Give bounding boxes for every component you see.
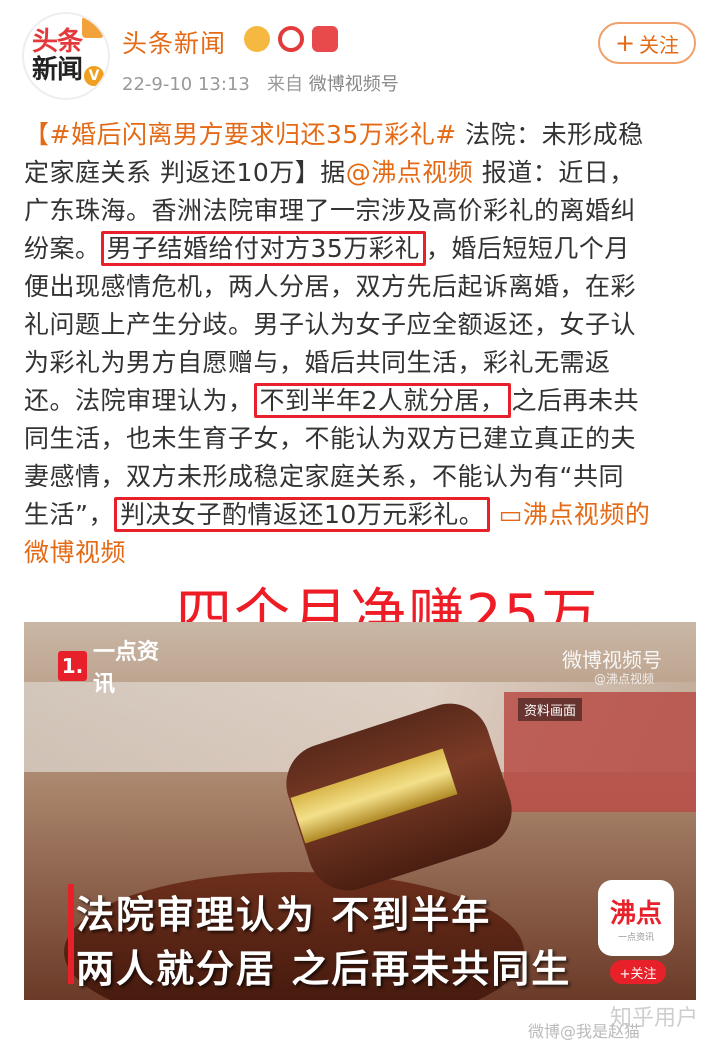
post-text: 纷案。 [24, 234, 101, 263]
account-name[interactable]: 头条新闻 [122, 24, 226, 60]
post-text: 定家庭关系 判返还10万】据 [24, 158, 346, 187]
post-body: 【#婚后闪离男方要求归还35万彩礼# 法院：未形成稳 定家庭关系 判返还10万】… [24, 116, 696, 572]
post-line: 广东珠海。香洲法院审理了一宗涉及高价彩礼的离婚纠 [24, 192, 696, 230]
post-line: 妻感情，双方未形成稳定家庭关系，不能认为有“共同 [24, 458, 696, 496]
post-line: 定家庭关系 判返还10万】据@沸点视频 报道：近日， [24, 154, 696, 192]
post-meta: 22-9-10 13:13 来自 微博视频号 [122, 70, 399, 96]
subtitle-bar [68, 884, 74, 984]
post-text: 便出现感情危机，两人分居，双方先后起诉离婚，在彩 [24, 272, 637, 301]
weibo-watermark: 微博@我是赵猫 [528, 1022, 641, 1041]
post-text: ，婚后短短几个月 [425, 234, 630, 263]
hashtag-link[interactable]: 【#婚后闪离男方要求归还35万彩礼# [24, 120, 457, 149]
post-line: 同生活，也未生育子女，不能认为双方已建立真正的夫 [24, 420, 696, 458]
yidian-logo-text: 一点资讯 [92, 640, 159, 697]
weibo-video-watermark: 微博视频号 [562, 648, 662, 672]
video-link[interactable]: 微博视频 [24, 538, 126, 567]
brand-subtext: 一点资讯 [617, 933, 654, 943]
post-text: 同生活，也未生育子女，不能认为双方已建立真正的夫 [24, 424, 637, 453]
highlight-box: 判决女子酌情返还10万元彩礼。 [113, 497, 491, 532]
yidian-logo-num: 1. [58, 651, 87, 681]
post-text: 报道：近日， [473, 158, 635, 187]
post-line: 生活”， 判决女子酌情返还10万元彩礼。 ▭沸点视频的 [24, 496, 696, 534]
mascot-icon [312, 26, 338, 52]
highlight-box: 男子结婚给付对方35万彩礼 [100, 231, 426, 266]
weibo-video-sub: @沸点视频 [593, 672, 654, 686]
post-text: 还。法院审理认为， [24, 386, 254, 415]
archive-tag: 资料画面 [518, 698, 583, 721]
video-link[interactable]: 沸点视频的 [523, 500, 651, 529]
post-text: 法院：未形成稳 [456, 120, 644, 149]
video-subtitle: 法院审理认为 不到半年 [76, 893, 492, 937]
account-badges [244, 26, 338, 52]
post-text: 之后再未共 [511, 386, 639, 415]
video-link-icon[interactable]: ▭ [490, 500, 523, 529]
post-header: 头条 新闻 V 头条新闻 22-9-10 13:13 来自 微博视频号 + 关注 [0, 0, 720, 110]
post-line: 纷案。 男子结婚给付对方35万彩礼 ，婚后短短几个月 [24, 230, 696, 268]
gold-medal-icon [244, 26, 270, 52]
post-text: 妻感情，双方未形成稳定家庭关系，不能认为有“共同 [24, 462, 624, 491]
verified-icon: V [82, 64, 106, 88]
highlight-box: 不到半年2人就分居， [253, 383, 512, 418]
post-line: 还。法院审理认为， 不到半年2人就分居， 之后再未共 [24, 382, 696, 420]
avatar-logo-line1: 头条 [32, 27, 83, 57]
post-line: 【#婚后闪离男方要求归还35万彩礼# 法院：未形成稳 [24, 116, 696, 154]
post-text: 为彩礼为男方自愿赠与，婚后共同生活，彩礼无需返 [24, 348, 611, 377]
follow-label: 关注 [639, 32, 680, 57]
post-line: 微博视频 [24, 534, 696, 572]
feidian-logo-icon[interactable]: 沸点 一点资讯 [598, 880, 674, 956]
post-text: 礼问题上产生分歧。男子认为女子应全额返还，女子认 [24, 310, 637, 339]
post-text: 广东珠海。香洲法院审理了一宗涉及高价彩礼的离婚纠 [24, 196, 637, 225]
post-text: 生活”， [24, 500, 114, 529]
video-subtitle: 两人就分居 之后再未共同生 [76, 947, 572, 991]
post-time: 22-9-10 13:13 [122, 74, 250, 95]
video-player[interactable]: 1. 一点资讯 微博视频号 @沸点视频 资料画面 法院审理认为 不到半年 两人就… [24, 622, 696, 1000]
plus-icon: + [614, 29, 636, 57]
mention-link[interactable]: @沸点视频 [346, 158, 474, 187]
brand-follow-button[interactable]: +关注 [610, 960, 666, 984]
source-prefix: 来自 [267, 74, 304, 95]
post-line: 为彩礼为男方自愿赠与，婚后共同生活，彩礼无需返 [24, 344, 696, 382]
post-line: 便出现感情危机，两人分居，双方先后起诉离婚，在彩 [24, 268, 696, 306]
brand-text: 沸点 [609, 899, 662, 929]
red-ring-icon [278, 26, 304, 52]
follow-button[interactable]: + 关注 [598, 22, 696, 64]
account-avatar[interactable]: 头条 新闻 V [22, 12, 110, 100]
post-line: 礼问题上产生分歧。男子认为女子应全额返还，女子认 [24, 306, 696, 344]
yidian-logo: 1. 一点资讯 [58, 640, 178, 697]
post-source[interactable]: 微博视频号 [309, 74, 399, 95]
